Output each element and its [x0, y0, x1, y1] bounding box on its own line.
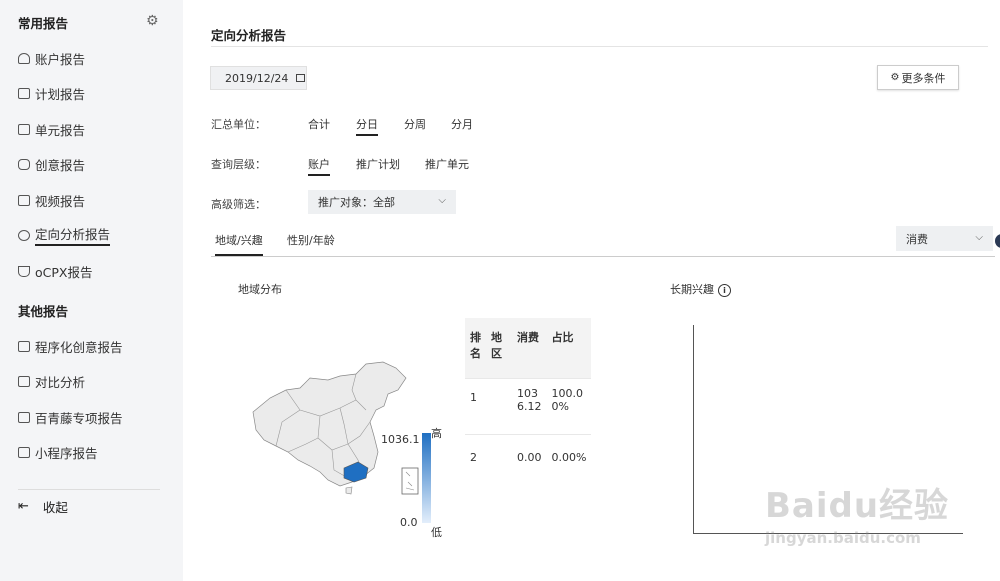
common-reports-title: 常用报告 [18, 16, 69, 31]
cell-cost: 0.00 [512, 433, 547, 495]
cell-cost: 1036.12 [512, 377, 547, 434]
chevron-down-icon: ⌵ [438, 195, 446, 206]
other-reports-title: 其他报告 [18, 304, 69, 319]
table-header-row: 排名 地区 消费 占比 [465, 318, 592, 378]
table-row: 1 1036.12 100.00% [465, 377, 592, 434]
sidebar: 常用报告 ⚙ 账户报告 计划报告 单元报告 创意报告 视频报告 定向分析报告 o… [0, 0, 183, 581]
watermark-logo: Baidu经验 [765, 486, 950, 526]
level-option-plan[interactable]: 推广计划 [356, 156, 400, 172]
header-rank: 排名 [465, 318, 486, 378]
plan-icon [18, 87, 30, 99]
user-icon [18, 52, 30, 64]
unit-icon [18, 123, 30, 135]
collapse-button[interactable]: ⇤ 收起 [18, 497, 68, 516]
header-share: 占比 [546, 318, 592, 378]
sidebar-item-creative-report[interactable]: 创意报告 [18, 153, 85, 175]
sidebar-item-label: oCPX报告 [35, 264, 93, 280]
region-panel-title: 地域分布 [238, 283, 282, 296]
legend-gradient [422, 433, 431, 523]
sidebar-item-label: 单元报告 [35, 122, 86, 138]
legend-low-label: 低 [431, 526, 442, 539]
sidebar-item-programmatic-report[interactable]: 程序化创意报告 [18, 335, 123, 357]
promotion-target-select[interactable]: 推广对象：全部 ⌵ [308, 190, 456, 214]
sidebar-item-label: 计划报告 [35, 86, 86, 102]
sidebar-divider [18, 489, 160, 490]
metric-value: 消费 [906, 232, 928, 246]
creative-icon [18, 158, 30, 170]
cell-rank: 2 [465, 433, 486, 495]
collapse-label: 收起 [42, 500, 68, 515]
legend-high-label: 高 [431, 427, 442, 440]
video-icon [18, 194, 30, 206]
sidebar-item-label: 视频报告 [35, 193, 86, 209]
header-region: 地区 [486, 318, 512, 378]
info-icon[interactable]: i [718, 283, 731, 297]
tab-region-interest[interactable]: 地域/兴趣 [215, 232, 263, 256]
unit-option-week[interactable]: 分周 [404, 116, 426, 132]
watermark: Baidu经验 jingyan.baidu.com [765, 478, 985, 568]
sidebar-item-label: 定向分析报告 [35, 224, 111, 246]
miniprogram-icon [18, 446, 30, 458]
table-row: 2 0.00 0.00% [465, 433, 592, 495]
sidebar-item-miniprogram-report[interactable]: 小程序报告 [18, 441, 98, 463]
watermark-url: jingyan.baidu.com [765, 529, 921, 547]
unit-option-month[interactable]: 分月 [451, 116, 473, 132]
calendar-icon [296, 74, 306, 82]
date-value: 2019/12/24 [225, 71, 289, 85]
cell-rank: 1 [465, 377, 486, 434]
cell-region [486, 433, 512, 495]
sidebar-item-plan-report[interactable]: 计划报告 [18, 82, 85, 104]
sidebar-item-unit-report[interactable]: 单元报告 [18, 118, 85, 140]
more-conditions-label: 更多条件 [901, 71, 946, 85]
compare-icon [18, 375, 30, 387]
sidebar-item-account-report[interactable]: 账户报告 [18, 47, 85, 69]
sidebar-item-label: 创意报告 [35, 157, 86, 173]
level-label: 查询层级： [211, 158, 266, 171]
page-title: 定向分析报告 [211, 28, 287, 43]
title-divider [211, 46, 988, 47]
sidebar-item-label: 小程序报告 [35, 445, 98, 461]
promotion-target-value: 推广对象：全部 [318, 196, 395, 209]
more-conditions-button[interactable]: ⚙ 更多条件 [877, 65, 959, 90]
target-icon [18, 229, 30, 241]
china-map [252, 361, 419, 495]
cell-share: 100.00% [546, 377, 592, 434]
level-option-unit[interactable]: 推广单元 [425, 156, 469, 172]
interest-title: 长期兴趣 [670, 283, 714, 296]
collapse-arrow-icon: ⇤ [18, 499, 29, 514]
sidebar-item-targeting-report[interactable]: 定向分析报告 [18, 224, 111, 246]
legend-min-value: 0.0 [400, 516, 418, 529]
sidebar-item-compare[interactable]: 对比分析 [18, 370, 85, 392]
programmatic-icon [18, 340, 30, 352]
settings-icon: ⚙ [890, 72, 900, 83]
report-icon [18, 411, 30, 423]
sidebar-item-label: 账户报告 [35, 51, 86, 67]
unit-option-total[interactable]: 合计 [308, 116, 330, 132]
sidebar-item-label: 百青藤专项报告 [35, 410, 123, 426]
legend-max-value: 1036.1 [381, 433, 420, 446]
region-table: 排名 地区 消费 占比 1 1036.12 100.00% 2 0.00 0.0… [465, 318, 592, 495]
cell-share: 0.00% [546, 433, 592, 495]
cell-region [486, 377, 512, 434]
side-handle[interactable] [995, 234, 1000, 248]
sidebar-item-video-report[interactable]: 视频报告 [18, 189, 85, 211]
sidebar-item-label: 程序化创意报告 [35, 339, 123, 355]
date-picker[interactable]: 2019/12/24 [210, 66, 307, 90]
tab-gender-age[interactable]: 性别/年龄 [287, 232, 335, 248]
sidebar-item-ocpx-report[interactable]: oCPX报告 [18, 260, 92, 282]
metric-select[interactable]: 消费 ⌵ [896, 226, 993, 251]
ocpx-icon [18, 265, 30, 277]
interest-panel-title: 长期兴趣 i [670, 281, 731, 297]
gear-icon[interactable]: ⚙ [146, 13, 159, 29]
tab-divider [211, 256, 995, 257]
sidebar-item-baiqingteng-report[interactable]: 百青藤专项报告 [18, 406, 123, 428]
header-cost: 消费 [512, 318, 547, 378]
unit-label: 汇总单位： [211, 118, 266, 131]
unit-option-day[interactable]: 分日 [356, 116, 378, 136]
advanced-filter-label: 高级筛选： [211, 198, 266, 211]
chevron-down-icon: ⌵ [975, 232, 983, 243]
sidebar-item-label: 对比分析 [35, 374, 86, 390]
level-option-account[interactable]: 账户 [308, 156, 330, 176]
